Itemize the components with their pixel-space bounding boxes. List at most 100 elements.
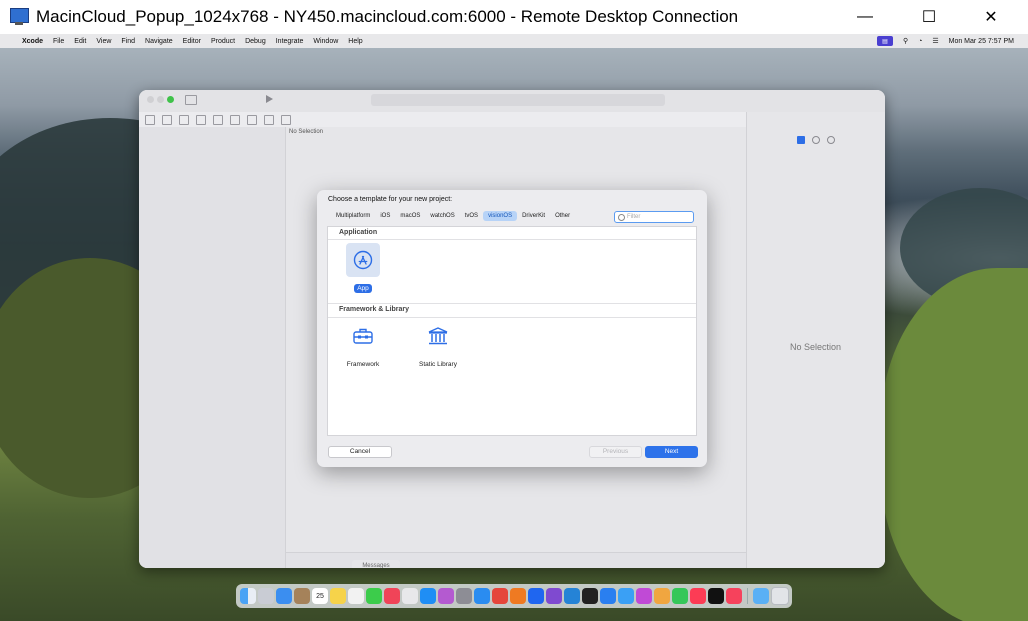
xcode-icon[interactable] xyxy=(600,588,616,604)
menu-product[interactable]: Product xyxy=(211,38,235,45)
photos-icon[interactable] xyxy=(438,588,454,604)
bookmark-icon[interactable] xyxy=(179,115,189,125)
navigator-selector xyxy=(145,115,291,125)
remote-desktop-icon xyxy=(8,6,30,28)
menu-file[interactable]: File xyxy=(53,38,64,45)
dropbox-icon[interactable] xyxy=(528,588,544,604)
appletv-icon[interactable] xyxy=(708,588,724,604)
tab-watchos[interactable]: watchOS xyxy=(425,211,459,221)
reminders-icon[interactable] xyxy=(348,588,364,604)
issue-icon[interactable] xyxy=(213,115,223,125)
template-chooser-sheet: Choose a template for your new project: … xyxy=(317,190,707,467)
tab-driverkit[interactable]: DriverKit xyxy=(517,211,550,221)
filter-icon xyxy=(618,213,625,221)
finder-icon[interactable] xyxy=(240,588,256,604)
visual-studio-icon[interactable] xyxy=(546,588,562,604)
debug-icon[interactable] xyxy=(247,115,257,125)
source-control-icon[interactable] xyxy=(162,115,172,125)
terminal-icon[interactable] xyxy=(582,588,598,604)
menu-xcode[interactable]: Xcode xyxy=(22,38,43,45)
tab-macos[interactable]: macOS xyxy=(395,211,425,221)
test-icon[interactable] xyxy=(230,115,240,125)
menu-edit[interactable]: Edit xyxy=(74,38,86,45)
next-button[interactable]: Next xyxy=(645,446,698,458)
tab-visionos[interactable]: visionOS xyxy=(483,211,518,221)
notes-icon[interactable] xyxy=(330,588,346,604)
report-icon[interactable] xyxy=(281,115,291,125)
cancel-button[interactable]: Cancel xyxy=(328,446,392,458)
template-list: Application App Framework & Library Fram… xyxy=(327,226,697,436)
launchpad-icon[interactable] xyxy=(258,588,274,604)
window-title: MacinCloud_Popup_1024x768 - NY450.macinc… xyxy=(36,7,739,26)
menu-help[interactable]: Help xyxy=(348,38,362,45)
menu-find[interactable]: Find xyxy=(121,38,135,45)
itunes-icon[interactable] xyxy=(726,588,742,604)
dock: 25 xyxy=(236,584,792,608)
instruments-icon[interactable] xyxy=(636,588,652,604)
previous-button[interactable]: Previous xyxy=(589,446,642,458)
template-app[interactable]: App xyxy=(333,243,393,295)
accessibility-icon[interactable]: ⚲ xyxy=(903,37,908,45)
filter-input[interactable]: Filter xyxy=(614,211,694,223)
project-navigator-icon[interactable] xyxy=(145,115,155,125)
template-static-library[interactable]: Static Library xyxy=(408,319,468,371)
downloads-icon[interactable] xyxy=(753,588,769,604)
facetime-icon[interactable] xyxy=(672,588,688,604)
minimize-traffic-light[interactable] xyxy=(157,96,164,103)
menu-editor[interactable]: Editor xyxy=(183,38,201,45)
tab-tvos[interactable]: tvOS xyxy=(460,211,483,221)
find-icon[interactable] xyxy=(196,115,206,125)
news-icon[interactable] xyxy=(384,588,400,604)
file-inspector-icon[interactable] xyxy=(797,136,805,144)
minimize-button[interactable]: — xyxy=(842,0,888,34)
safari-icon[interactable] xyxy=(474,588,490,604)
breakpoint-icon[interactable] xyxy=(264,115,274,125)
history-inspector-icon[interactable] xyxy=(812,136,820,144)
messages-icon[interactable] xyxy=(366,588,382,604)
tab-multiplatform[interactable]: Multiplatform xyxy=(331,211,375,221)
run-icon[interactable] xyxy=(266,95,273,103)
mail-icon[interactable] xyxy=(276,588,292,604)
template-framework[interactable]: Framework xyxy=(333,319,393,371)
framework-toolbox-icon xyxy=(346,319,380,353)
tab-ios[interactable]: iOS xyxy=(375,211,395,221)
vscode-icon[interactable] xyxy=(564,588,580,604)
firefox-icon[interactable] xyxy=(510,588,526,604)
app-store-icon[interactable] xyxy=(420,588,436,604)
keyboard-viewer-icon[interactable]: ▤ xyxy=(876,36,893,46)
menu-view[interactable]: View xyxy=(96,38,111,45)
wifi-icon[interactable]: ◔ xyxy=(918,38,922,45)
clock[interactable]: Mon Mar 25 7:57 PM xyxy=(949,38,1014,45)
close-traffic-light[interactable] xyxy=(147,96,154,103)
music-icon[interactable] xyxy=(690,588,706,604)
sheet-title: Choose a template for your new project: xyxy=(328,196,453,203)
system-settings-icon[interactable] xyxy=(456,588,472,604)
help-inspector-icon[interactable] xyxy=(827,136,835,144)
section-application: Application xyxy=(339,229,378,236)
calendar-icon[interactable]: 25 xyxy=(312,588,328,604)
testflight-icon[interactable] xyxy=(618,588,634,604)
navigator-toggle-icon[interactable] xyxy=(185,95,197,105)
zoom-traffic-light[interactable] xyxy=(167,96,174,103)
rdp-title-bar: MacinCloud_Popup_1024x768 - NY450.macinc… xyxy=(0,0,1028,34)
menu-navigate[interactable]: Navigate xyxy=(145,38,173,45)
library-building-icon xyxy=(421,319,455,353)
maximize-icon: ☐ xyxy=(921,9,937,26)
editor-jump-bar: No Selection xyxy=(289,129,324,135)
menu-integrate[interactable]: Integrate xyxy=(276,38,304,45)
files-icon[interactable] xyxy=(402,588,418,604)
photos-app-icon[interactable] xyxy=(654,588,670,604)
section-framework-library: Framework & Library xyxy=(339,306,410,313)
menubar-status-area: ▤ ⚲ ◔ ☰ Mon Mar 25 7:57 PM xyxy=(876,34,1014,48)
template-framework-label: Framework xyxy=(346,361,380,368)
chrome-icon[interactable] xyxy=(492,588,508,604)
menu-debug[interactable]: Debug xyxy=(245,38,266,45)
control-center-icon[interactable]: ☰ xyxy=(932,37,938,45)
contacts-icon[interactable] xyxy=(294,588,310,604)
maximize-button[interactable]: ☐ xyxy=(906,0,952,34)
trash-icon[interactable] xyxy=(771,587,789,605)
inspector-pane xyxy=(746,112,885,568)
tab-other[interactable]: Other xyxy=(550,211,575,221)
menu-window[interactable]: Window xyxy=(313,38,338,45)
close-button[interactable]: ✕ xyxy=(968,0,1014,34)
